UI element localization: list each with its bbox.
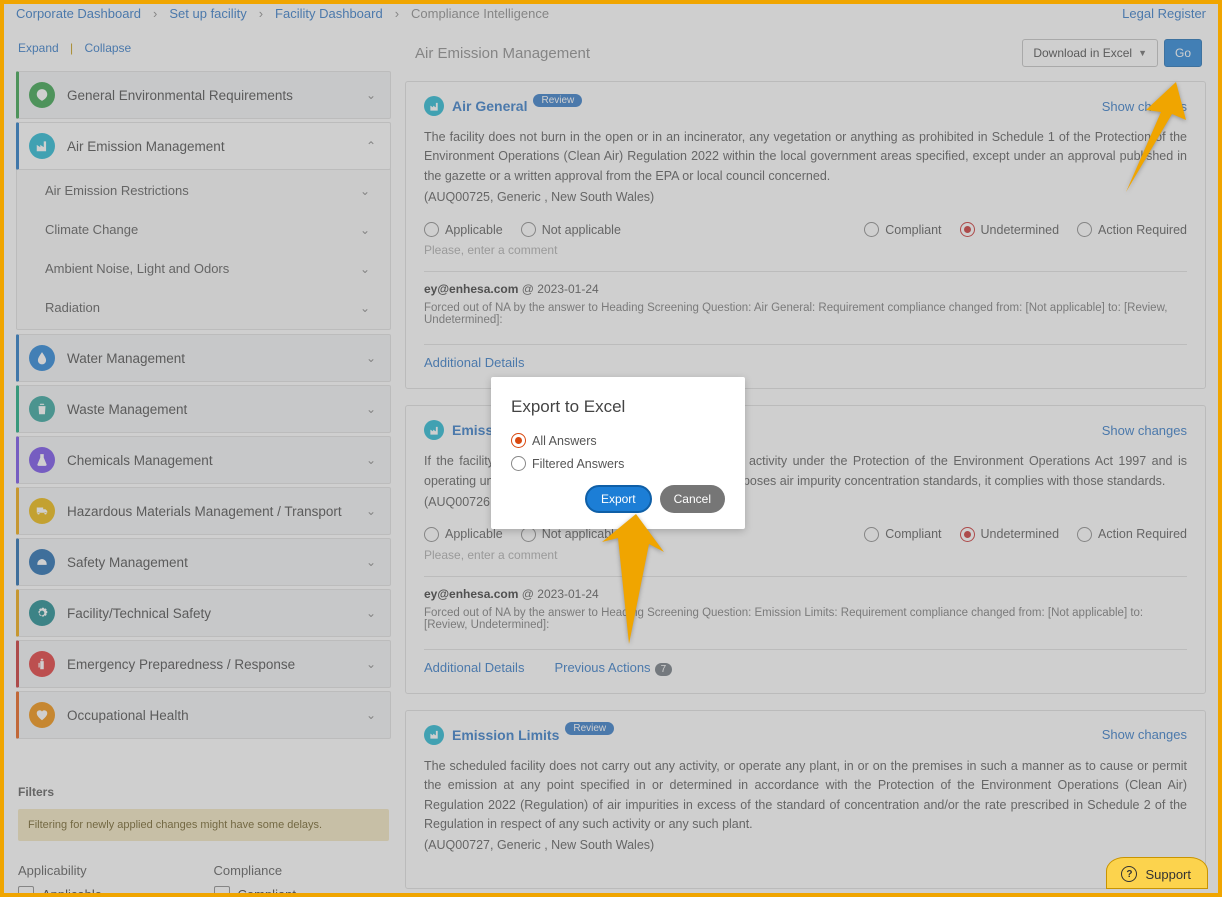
export-button[interactable]: Export bbox=[585, 485, 652, 513]
cancel-button[interactable]: Cancel bbox=[660, 485, 725, 513]
radio-all-answers[interactable]: All Answers bbox=[511, 433, 725, 448]
help-icon: ? bbox=[1121, 866, 1137, 882]
radio-filtered-answers[interactable]: Filtered Answers bbox=[511, 456, 725, 471]
support-button[interactable]: ? Support bbox=[1106, 857, 1208, 889]
export-modal: Export to Excel All Answers Filtered Ans… bbox=[491, 377, 745, 529]
modal-title: Export to Excel bbox=[511, 397, 725, 417]
